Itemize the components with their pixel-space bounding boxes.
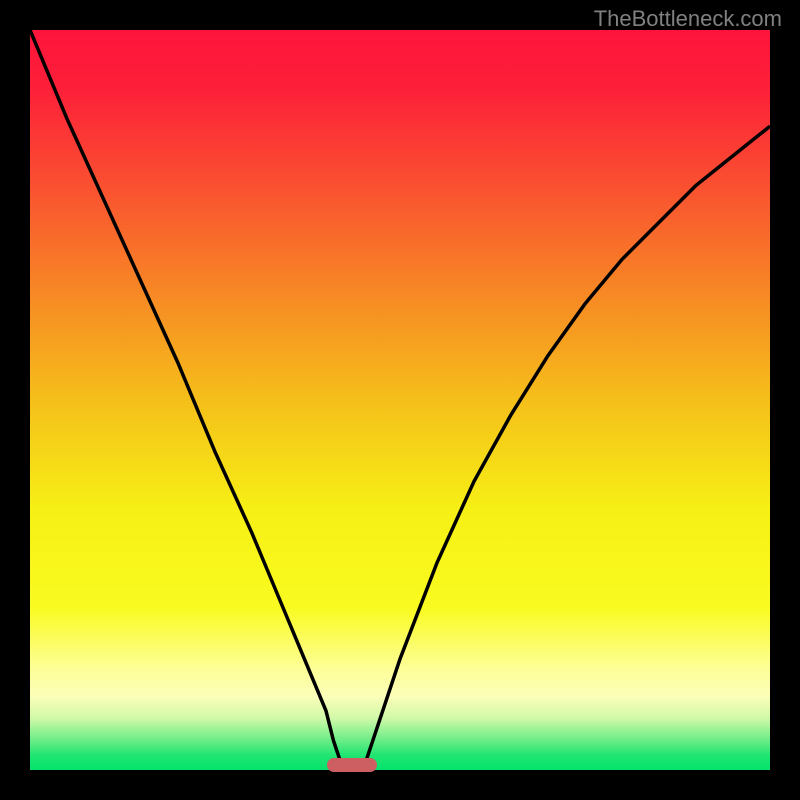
left-curve	[30, 30, 348, 770]
bottleneck-marker	[327, 758, 377, 772]
right-curve	[363, 126, 770, 770]
watermark-text: TheBottleneck.com	[594, 6, 782, 32]
curves-svg	[30, 30, 770, 770]
chart-area	[30, 30, 770, 770]
